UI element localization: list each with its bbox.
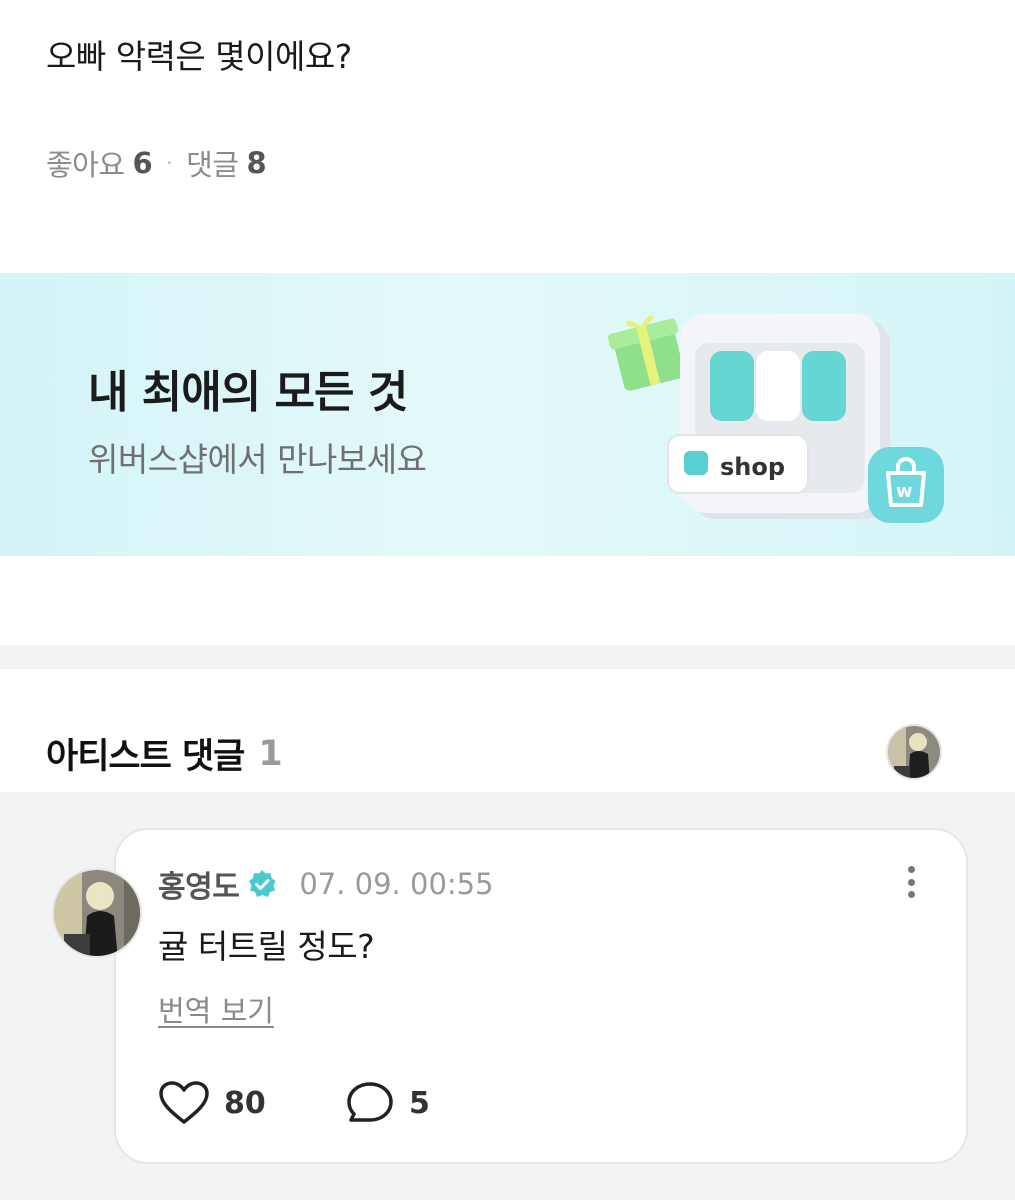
comments-count[interactable]: 8 (246, 146, 266, 180)
comment-author-name[interactable]: 홍영도 (158, 862, 240, 906)
likes-label[interactable]: 좋아요 (46, 142, 125, 184)
comment-body: 귤 터트릴 정도? (158, 927, 375, 966)
heart-icon (159, 1081, 209, 1124)
section-divider (0, 645, 1015, 669)
reply-button[interactable]: 5 (345, 1080, 430, 1126)
post-text: 오빠 악력은 몇이에요? (46, 37, 352, 76)
reply-count: 5 (409, 1085, 430, 1121)
comment-timestamp: 07. 09. 00:55 (299, 867, 494, 901)
banner-subtitle: 위버스샵에서 만나보세요 (88, 440, 427, 479)
artist-avatar-small[interactable] (886, 724, 942, 780)
comment-author-avatar[interactable] (52, 868, 142, 958)
likes-count[interactable]: 6 (133, 146, 153, 180)
more-vertical-icon[interactable] (896, 862, 926, 902)
gift-box-icon (607, 315, 685, 391)
weverse-shop-banner[interactable]: 내 최애의 모든 것 위버스샵에서 만나보세요 shop w (0, 273, 1015, 556)
section-count: 1 (258, 733, 282, 774)
like-count: 80 (224, 1085, 266, 1121)
section-title: 아티스트 댓글 (46, 737, 245, 777)
verified-check-icon (249, 870, 276, 897)
shop-sign-label: shop (720, 453, 785, 481)
translate-link[interactable]: 번역 보기 (158, 988, 274, 1030)
artist-comments-header: 아티스트 댓글 1 (46, 728, 283, 779)
comment-meta: 홍영도 07. 09. 00:55 (158, 862, 494, 906)
stats-separator: · (166, 151, 173, 175)
post-stats: 좋아요 6 · 댓글 8 (46, 142, 267, 184)
speech-bubble-icon (347, 1082, 393, 1122)
shop-illustration: shop w (607, 313, 944, 523)
bag-letter: w (896, 481, 913, 502)
like-button[interactable]: 80 (158, 1080, 266, 1126)
banner-title: 내 최애의 모든 것 (88, 367, 408, 418)
comments-label[interactable]: 댓글 (186, 142, 239, 184)
